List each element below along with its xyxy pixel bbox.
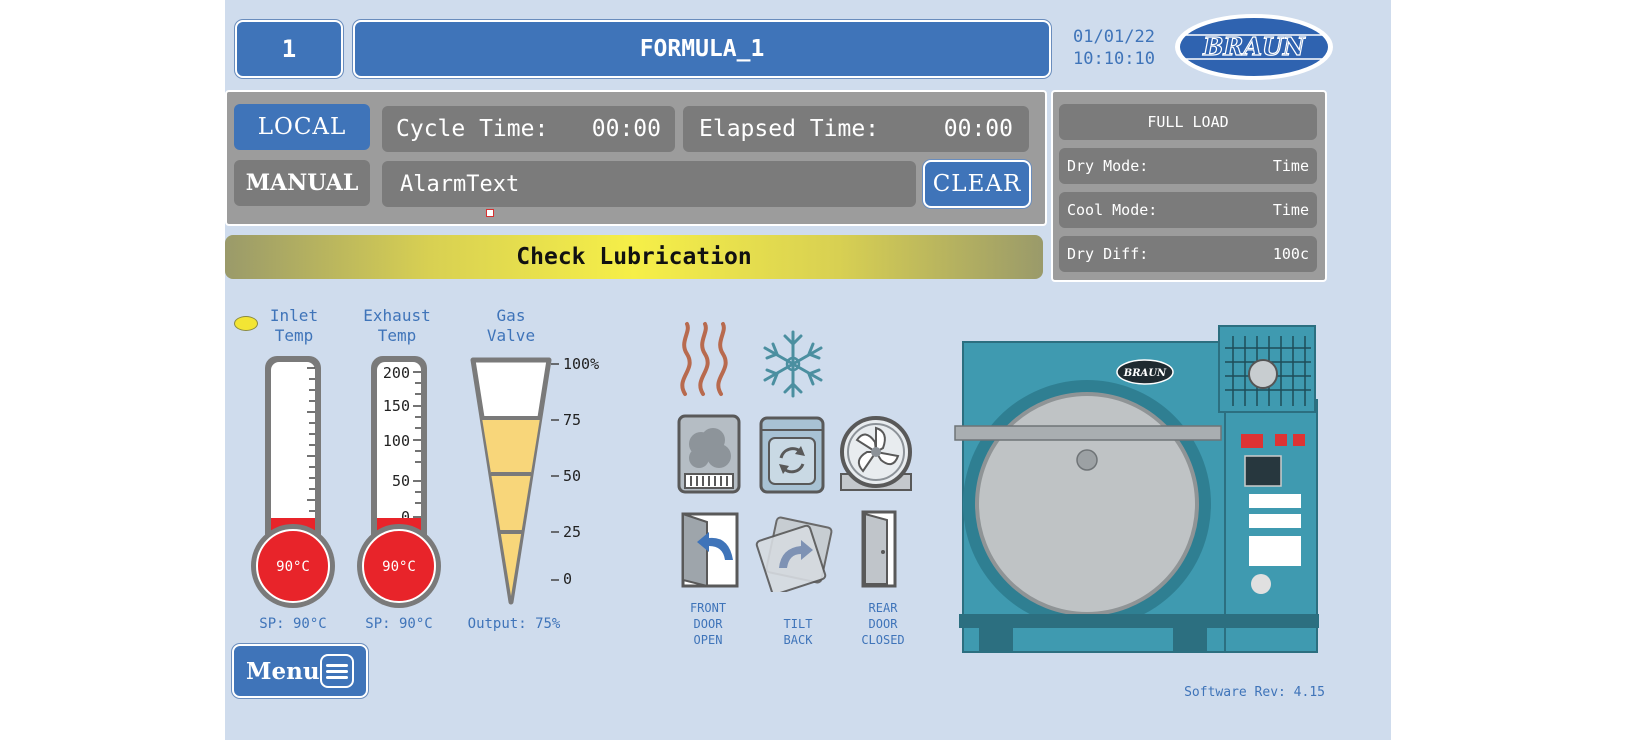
rear-door-closed-icon [861, 510, 897, 588]
elapsed-time-label: Elapsed Time: [699, 116, 880, 142]
inlet-indicator-led [234, 316, 258, 331]
gas-valve-gauge: 100% 75 50 25 0 [470, 355, 599, 605]
formula-name: FORMULA_1 [639, 36, 765, 62]
front-door-open-icon [681, 512, 739, 588]
load-row-label: Dry Diff: [1067, 245, 1149, 263]
gas-valve-label: Gas Valve [486, 306, 536, 345]
menu-label: Menu [246, 657, 320, 685]
hmi-panel: 1 FORMULA_1 01/01/22 10:10:10 BRAUN LOCA… [225, 0, 1391, 740]
dryer-machine-image: BRAUN [954, 325, 1319, 653]
elapsed-time-value: 00:00 [943, 116, 1013, 142]
tumble-cycle-icon [759, 416, 825, 494]
gas-scale-label: 25 [563, 523, 581, 541]
message-banner: Check Lubrication [225, 235, 1043, 279]
inlet-thermometer: 90°C [251, 356, 335, 608]
cycle-time-value: 00:00 [591, 116, 661, 142]
exhaust-bulb-value: 90°C [382, 559, 416, 575]
clear-label: CLEAR [932, 171, 1022, 197]
steam-cabinet-icon [677, 414, 741, 494]
cycle-time-display: Cycle Time: 00:00 [382, 106, 675, 152]
local-label: LOCAL [257, 114, 347, 140]
rear-door-status: REAR DOOR CLOSED [861, 601, 905, 647]
machine-logo-text: BRAUN [1123, 368, 1167, 379]
load-row-label: Dry Mode: [1067, 157, 1149, 175]
inlet-setpoint: SP: 90°C [259, 616, 327, 632]
software-revision: Software Rev: 4.15 [1184, 685, 1325, 700]
load-row-dry-mode: Dry Mode: Time [1059, 148, 1317, 184]
date-text: 01/01/22 [1073, 27, 1155, 47]
braun-logo: BRAUN [1173, 12, 1335, 82]
alarm-text: AlarmText [400, 171, 520, 197]
heat-icon [680, 322, 728, 396]
load-row-cool-mode: Cool Mode: Time [1059, 192, 1317, 228]
station-number-button[interactable]: 1 [235, 20, 343, 78]
cycle-time-label: Cycle Time: [396, 116, 549, 142]
load-row-label: Cool Mode: [1067, 201, 1158, 219]
exhaust-thermometer: 200 150 100 50 0 90°C [357, 356, 441, 608]
exhaust-scale-label: 50 [392, 472, 410, 490]
exhaust-scale-label: 100 [383, 432, 410, 450]
front-door-status: FRONT DOOR OPEN [689, 601, 727, 647]
inlet-bulb-value: 90°C [276, 559, 310, 575]
inlet-temp-label: Inlet Temp [269, 306, 319, 345]
menu-button[interactable]: Menu [232, 644, 368, 698]
load-row-value: Time [1272, 201, 1309, 219]
menu-icon [319, 654, 354, 688]
gas-output-text: Output: 75% [467, 616, 561, 632]
load-row-value: Time [1272, 157, 1309, 175]
gas-scale-label: 0 [563, 570, 572, 588]
banner-message: Check Lubrication [516, 244, 752, 270]
alarm-indicator-dot [486, 209, 494, 217]
gas-scale-label: 100% [563, 355, 599, 373]
manual-label: MANUAL [245, 170, 359, 196]
tilt-back-icon [755, 516, 833, 592]
clear-button[interactable]: CLEAR [923, 160, 1031, 208]
time-text: 10:10:10 [1073, 49, 1155, 69]
load-type-text: FULL LOAD [1147, 113, 1229, 131]
alarm-text-display: AlarmText [382, 161, 916, 207]
gas-scale-label: 75 [563, 411, 581, 429]
exhaust-setpoint: SP: 90°C [365, 616, 433, 632]
snowflake-icon [763, 330, 823, 398]
datetime-display: 01/01/22 10:10:10 [1055, 26, 1173, 70]
logo-text: BRAUN [1202, 32, 1306, 61]
formula-name-button[interactable]: FORMULA_1 [353, 20, 1051, 78]
load-row-dry-diff: Dry Diff: 100c [1059, 236, 1317, 272]
load-type-display: FULL LOAD [1059, 104, 1317, 140]
station-number: 1 [281, 35, 297, 63]
load-row-value: 100c [1272, 245, 1309, 263]
tilt-status: TILT BACK [783, 617, 813, 647]
gas-output-fill [482, 418, 540, 596]
local-button[interactable]: LOCAL [234, 104, 370, 150]
exhaust-temp-label: Exhaust Temp [363, 306, 431, 345]
fan-icon [840, 416, 912, 491]
elapsed-time-display: Elapsed Time: 00:00 [683, 106, 1029, 152]
gas-scale-label: 50 [563, 467, 581, 485]
manual-button[interactable]: MANUAL [234, 160, 370, 206]
exhaust-scale-label: 200 [383, 364, 410, 382]
exhaust-scale-label: 150 [383, 397, 410, 415]
